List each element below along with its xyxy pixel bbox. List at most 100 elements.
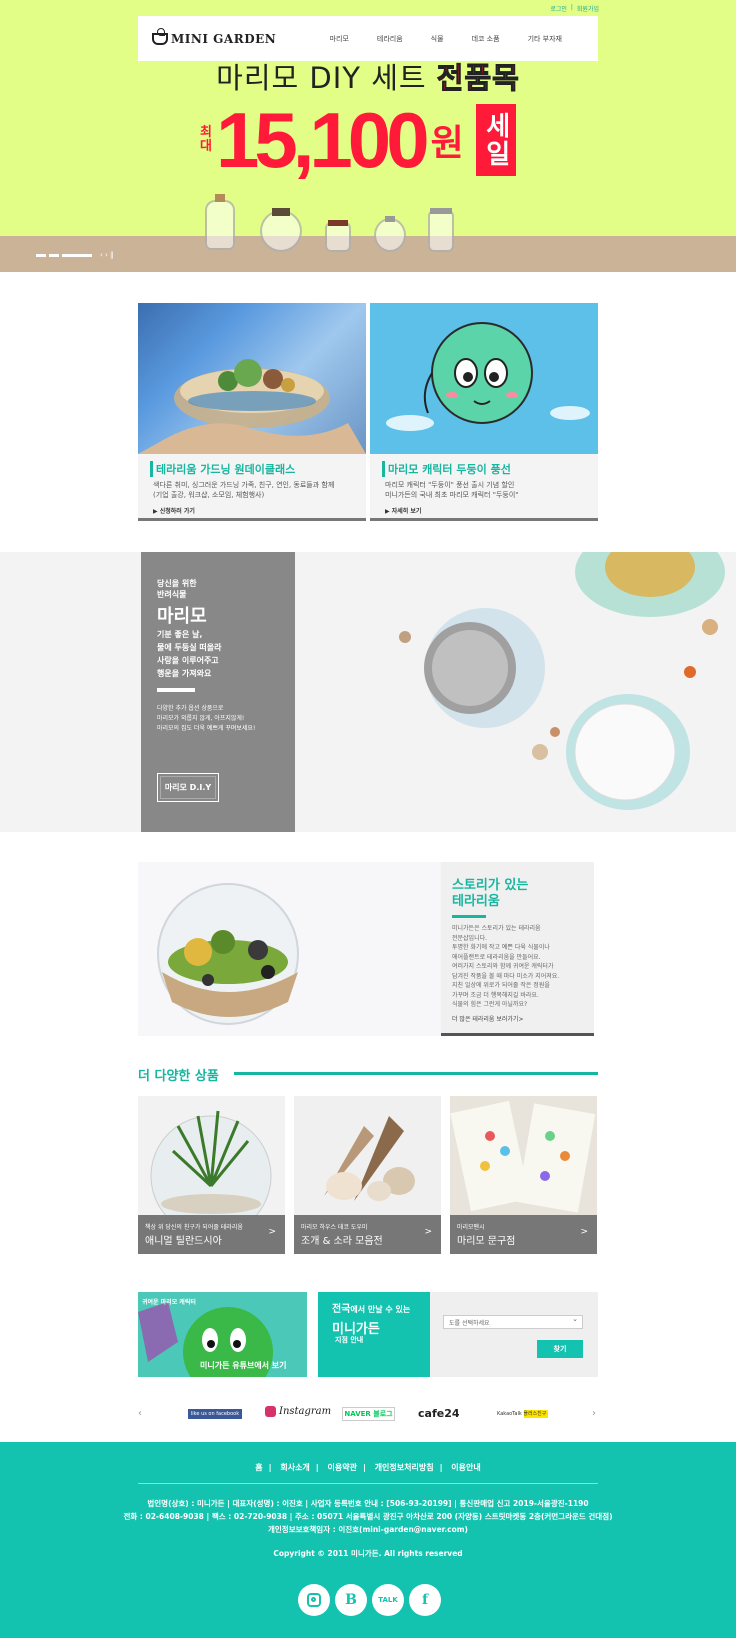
story-line: 식물의 힘은 그런게 아닐까요? bbox=[452, 1001, 528, 1008]
product-arrow-icon[interactable]: > bbox=[580, 1227, 588, 1237]
product-arrow-icon[interactable]: > bbox=[268, 1227, 276, 1237]
blog-icon[interactable]: B bbox=[335, 1584, 367, 1616]
product-arrow-icon[interactable]: > bbox=[424, 1227, 432, 1237]
kakao-partner-logo[interactable]: KakaoTalk 플러스친구 bbox=[495, 1410, 549, 1418]
apply-link[interactable]: ▶ 신청하러 가기 bbox=[153, 506, 195, 515]
more-terrarium-link[interactable]: 더 많은 테라리움 보러가기> bbox=[452, 1014, 523, 1023]
kakaotalk-icon[interactable]: TALK bbox=[372, 1584, 404, 1616]
product-tillandsia[interactable]: 책상 위 당신의 친구가 되어줄 테라리움 애니멀 틸란드시아 > bbox=[138, 1096, 285, 1254]
logo-text: MINI GARDEN bbox=[171, 31, 277, 46]
sale-badge: 세일 bbox=[475, 104, 516, 176]
product-sub: 책상 위 당신의 친구가 되어줄 테라리움 bbox=[145, 1224, 243, 1231]
card-balloon[interactable]: 마리모 캐릭터 두둥이 풍선 마리모 캐릭터 "두둥이" 풍선 출시 기념 할인… bbox=[370, 303, 598, 521]
nav-item-deco[interactable]: 데코 소품 bbox=[472, 34, 500, 44]
find-button[interactable]: 찾기 bbox=[537, 1340, 583, 1358]
product-caption: 책상 위 당신의 친구가 되어줄 테라리움 애니멀 틸란드시아 > bbox=[138, 1215, 285, 1254]
slider-controls[interactable]: ‹ › ‖ bbox=[100, 251, 114, 259]
story-text: 미니가든은 스토리가 있는 테라리움 전문샵입니다. 투명한 화기에 작고 예쁜… bbox=[452, 924, 559, 1010]
cafe24-partner-logo[interactable]: cafe24 bbox=[418, 1407, 460, 1420]
instagram-label: Instagram bbox=[279, 1406, 332, 1417]
sub-line: 반려식물 bbox=[157, 590, 187, 599]
top-links: 로그인 | 회원가입 bbox=[550, 4, 599, 13]
jar-image-3 bbox=[325, 220, 351, 252]
footer-link-home[interactable]: 홈 bbox=[255, 1463, 262, 1472]
card-title[interactable]: 테라리움 가드닝 원데이클래스 bbox=[150, 461, 295, 477]
product-caption: 마리모팬시 마리모 문구점 > bbox=[450, 1215, 597, 1254]
product-shells[interactable]: 마리모 하우스 데코 도우미 조개 & 소라 모음전 > bbox=[294, 1096, 441, 1254]
nav-item-etc[interactable]: 기타 부자재 bbox=[528, 34, 562, 44]
region-select[interactable]: 도를 선택하세요 bbox=[443, 1315, 583, 1329]
slider-dot[interactable] bbox=[49, 253, 59, 257]
store-line-1: 전국에서 만날 수 있는 bbox=[332, 1300, 410, 1315]
small-line: 마리모가 외롭지 않게, 아프지않게! bbox=[157, 715, 245, 722]
login-link[interactable]: 로그인 bbox=[550, 4, 567, 13]
marimo-line: 사랑을 이루어주고 bbox=[157, 656, 219, 665]
naver-blog-partner-logo[interactable]: NAVER 블로그 bbox=[342, 1407, 395, 1421]
price-value: 15,100 bbox=[216, 96, 430, 184]
facebook-partner-logo[interactable]: like us on facebook bbox=[188, 1409, 242, 1419]
product-caption: 마리모 하우스 데코 도우미 조개 & 소라 모음전 > bbox=[294, 1215, 441, 1254]
slider-dot-active[interactable] bbox=[62, 253, 92, 257]
instagram-icon bbox=[265, 1406, 276, 1417]
price-prefix: 최대 bbox=[200, 125, 212, 154]
footer-link-terms[interactable]: 이용약관 bbox=[328, 1463, 357, 1472]
site-header: MINI GARDEN 마리모 테라리움 식물 데코 소품 기타 부자재 bbox=[138, 16, 598, 61]
slider-dot[interactable] bbox=[36, 253, 46, 257]
story-line: 담겨진 작품을 볼 때 마다 미소가 지어져요. bbox=[452, 972, 560, 980]
site-logo[interactable]: MINI GARDEN bbox=[152, 27, 277, 46]
card-gardening-class[interactable]: 테라리움 가드닝 원데이클래스 색다른 취미, 싱그러운 가드닝 가족, 친구,… bbox=[138, 303, 366, 521]
banner-top-text: 귀여운 마리모 캐릭터 bbox=[142, 1299, 196, 1306]
product-stationery[interactable]: 마리모팬시 마리모 문구점 > bbox=[450, 1096, 597, 1254]
story-line: 미니가든은 스토리가 있는 테라리움 bbox=[452, 925, 541, 932]
nav-item-marimo[interactable]: 마리모 bbox=[330, 34, 349, 44]
price-unit: 원 bbox=[430, 123, 464, 164]
store-finder: 전국에서 만날 수 있는 미니가든 지점 안내 도를 선택하세요 찾기 bbox=[318, 1292, 598, 1377]
partners-next-icon[interactable]: › bbox=[592, 1408, 596, 1419]
terrarium-image[interactable] bbox=[138, 862, 440, 1036]
instagram-icon[interactable] bbox=[298, 1584, 330, 1616]
story-title-line: 테라리움 bbox=[452, 894, 500, 909]
facebook-icon[interactable]: f bbox=[409, 1584, 441, 1616]
product-name: 조개 & 소라 모음전 bbox=[301, 1236, 383, 1247]
hero-price: 최대 15,100 원 세일 bbox=[200, 100, 516, 180]
story-line: 전문샵입니다. bbox=[452, 934, 488, 942]
balloon-image bbox=[370, 303, 598, 454]
youtube-banner[interactable]: 귀여운 마리모 캐릭터 미니가든 유튜브에서 보기 bbox=[138, 1292, 307, 1377]
story-title: 스토리가 있는 테라리움 bbox=[452, 878, 528, 910]
nav-item-terrarium[interactable]: 테라리움 bbox=[377, 34, 403, 44]
footer-link-privacy[interactable]: 개인정보처리방침 bbox=[375, 1463, 434, 1472]
product-name: 마리모 문구점 bbox=[457, 1236, 516, 1247]
section-line bbox=[234, 1072, 598, 1075]
marimo-sub: 당신을 위한 반려식물 bbox=[157, 578, 197, 600]
instagram-partner-logo[interactable]: Instagram bbox=[265, 1406, 331, 1417]
stickers-photo bbox=[450, 1096, 597, 1215]
card-desc-line: 색다른 취미, 싱그러운 가드닝 가족, 친구, 연인, 동료들과 함께 bbox=[153, 481, 335, 489]
slider-indicator[interactable]: ‹ › ‖ bbox=[36, 251, 114, 259]
card-title[interactable]: 마리모 캐릭터 두둥이 풍선 bbox=[382, 461, 511, 477]
nav-item-plants[interactable]: 식물 bbox=[431, 34, 444, 44]
small-line: 마리모의 집도 더욱 예쁘게 꾸며보세요! bbox=[157, 725, 256, 732]
card-description: 색다른 취미, 싱그러운 가드닝 가족, 친구, 연인, 동료들과 함께 (기업… bbox=[153, 480, 334, 500]
card-desc-line: 미니가든의 국내 최초 마리모 캐릭터 "두둥이" bbox=[385, 491, 519, 499]
marimo-jars-photo bbox=[0, 552, 736, 832]
kakao-label: KakaoTalk 플러스친구 bbox=[495, 1410, 549, 1418]
partners-prev-icon[interactable]: ‹ bbox=[138, 1408, 142, 1419]
jar-image-4 bbox=[374, 216, 406, 252]
marimo-diy-button[interactable]: 마리모 D.I.Y bbox=[157, 773, 219, 802]
details-link[interactable]: ▶ 자세히 보기 bbox=[385, 506, 421, 515]
story-line: 여러가지 스토리와 함께 귀여운 캐릭터가 bbox=[452, 963, 554, 970]
footer-link-about[interactable]: 회사소개 bbox=[280, 1463, 309, 1472]
footer-info-line: 개인정보보호책임자 : 이진호(mini-garden@naver.com) bbox=[268, 1525, 468, 1534]
store-finder-label: 전국에서 만날 수 있는 미니가든 지점 안내 bbox=[318, 1292, 430, 1377]
terrarium-globe-photo bbox=[138, 862, 440, 1036]
marimo-line: 물에 두둥실 떠올라 bbox=[157, 643, 222, 652]
pot-logo-icon bbox=[152, 27, 168, 45]
hero-title-highlight: 전품목 bbox=[436, 61, 520, 96]
social-icons: B TALK f bbox=[298, 1584, 441, 1616]
gardening-class-image bbox=[138, 303, 366, 454]
join-link[interactable]: 회원가입 bbox=[577, 4, 599, 13]
section-title: 더 다양한 상품 bbox=[138, 1069, 219, 1084]
product-sub: 마리모팬시 bbox=[457, 1224, 485, 1231]
jar-image-1 bbox=[205, 194, 235, 250]
footer-link-guide[interactable]: 이용안내 bbox=[451, 1463, 480, 1472]
